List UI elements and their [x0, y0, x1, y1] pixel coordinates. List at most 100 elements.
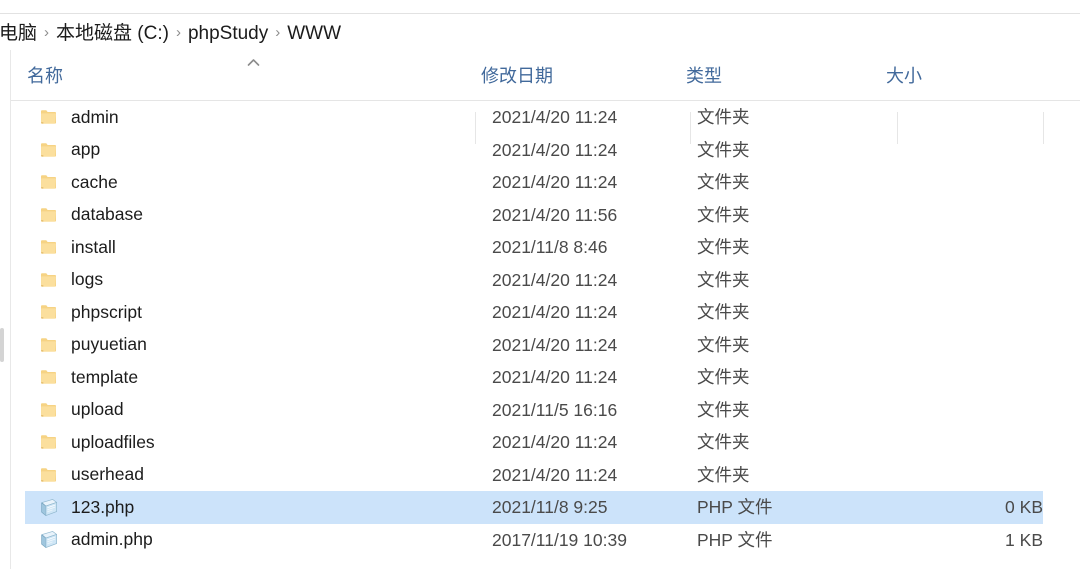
breadcrumb-item-4[interactable]: WWW: [282, 22, 346, 46]
folder-icon: [38, 334, 60, 356]
file-name-cell[interactable]: userhead: [38, 459, 144, 492]
file-list[interactable]: admin 2021/4/20 11:24 文件夹 app 2021/4/20 11:2…: [11, 101, 1080, 569]
file-name-cell[interactable]: admin.php: [38, 524, 153, 557]
file-type-cell: 文件夹: [697, 204, 750, 225]
file-name-cell[interactable]: app: [38, 134, 100, 167]
file-name-label: install: [71, 236, 116, 257]
folder-icon: [38, 399, 60, 421]
file-date-cell: 2021/11/8 9:25: [492, 497, 608, 518]
column-header-label: 名称: [27, 66, 63, 86]
breadcrumb[interactable]: 电脑 › 本地磁盘 (C:) › phpStudy › WWW: [0, 22, 346, 46]
folder-icon: [38, 431, 60, 453]
folder-icon: [38, 106, 60, 128]
file-date-cell: 2021/4/20 11:24: [492, 464, 618, 485]
file-name-label: logs: [71, 269, 104, 290]
file-size-cell: [897, 361, 1043, 394]
file-name-label: admin.php: [71, 529, 153, 550]
file-list-row[interactable]: 123.php 2021/11/8 9:25 PHP 文件 0 KB: [11, 491, 1080, 524]
sort-ascending-icon: [247, 58, 260, 67]
file-size-cell: [897, 459, 1043, 492]
file-name-label: phpscript: [71, 301, 143, 322]
file-list-row[interactable]: template 2021/4/20 11:24 文件夹: [11, 361, 1080, 394]
file-date-cell: 2017/11/19 10:39: [492, 529, 627, 550]
file-name-cell[interactable]: 123.php: [38, 491, 134, 524]
file-name-cell[interactable]: database: [38, 199, 143, 232]
file-type-cell: 文件夹: [697, 172, 750, 193]
file-list-row[interactable]: admin.php 2017/11/19 10:39 PHP 文件 1 KB: [11, 524, 1080, 557]
file-size-cell: [897, 101, 1043, 134]
breadcrumb-item-1[interactable]: 电脑: [0, 22, 42, 46]
column-header-row: 名称 修改日期 类型 大小: [11, 52, 1080, 144]
address-bar[interactable]: 电脑 › 本地磁盘 (C:) › phpStudy › WWW: [0, 18, 1080, 50]
file-size-cell: [897, 426, 1043, 459]
file-date-cell: 2021/4/20 11:24: [492, 172, 618, 193]
file-name-label: app: [71, 139, 101, 160]
column-header-label: 类型: [686, 66, 722, 86]
file-list-row[interactable]: database 2021/4/20 11:56 文件夹: [11, 199, 1080, 232]
file-size-cell: [897, 231, 1043, 264]
column-header-size[interactable]: 大小: [886, 52, 1044, 100]
file-size-cell: [897, 199, 1043, 232]
file-date-cell: 2021/4/20 11:24: [492, 432, 618, 453]
file-list-row[interactable]: app 2021/4/20 11:24 文件夹: [11, 134, 1080, 167]
folder-icon: [38, 171, 60, 193]
file-name-cell[interactable]: phpscript: [38, 296, 142, 329]
file-name-cell[interactable]: logs: [38, 264, 103, 297]
file-name-cell[interactable]: cache: [38, 166, 118, 199]
file-size-cell: [897, 264, 1043, 297]
file-name-cell[interactable]: install: [38, 231, 116, 264]
file-name-label: 123.php: [71, 496, 135, 517]
file-name-cell[interactable]: template: [38, 361, 138, 394]
file-size-cell: [897, 166, 1043, 199]
file-type-cell: 文件夹: [697, 237, 750, 258]
file-date-cell: 2021/4/20 11:24: [492, 269, 618, 290]
file-date-cell: 2021/4/20 11:24: [492, 367, 618, 388]
file-list-row[interactable]: userhead 2021/4/20 11:24 文件夹: [11, 459, 1080, 492]
file-list-row[interactable]: puyuetian 2021/4/20 11:24 文件夹: [11, 329, 1080, 362]
file-list-row[interactable]: install 2021/11/8 8:46 文件夹: [11, 231, 1080, 264]
file-name-label: upload: [71, 399, 124, 420]
folder-icon: [38, 204, 60, 226]
file-type-cell: PHP 文件: [697, 529, 773, 550]
navigation-pane-scrollbar[interactable]: [0, 328, 4, 362]
file-list-row[interactable]: uploadfiles 2021/4/20 11:24 文件夹: [11, 426, 1080, 459]
file-date-cell: 2021/11/5 16:16: [492, 399, 618, 420]
file-type-cell: 文件夹: [697, 464, 750, 485]
file-name-cell[interactable]: upload: [38, 394, 124, 427]
breadcrumb-item-2[interactable]: 本地磁盘 (C:): [51, 22, 174, 46]
file-type-cell: 文件夹: [697, 139, 750, 160]
breadcrumb-item-3[interactable]: phpStudy: [183, 22, 273, 46]
file-type-cell: 文件夹: [697, 367, 750, 388]
column-header-date[interactable]: 修改日期: [481, 52, 686, 100]
column-header-label: 大小: [886, 66, 922, 86]
file-list-row[interactable]: admin 2021/4/20 11:24 文件夹: [11, 101, 1080, 134]
file-name-cell[interactable]: puyuetian: [38, 329, 147, 362]
file-type-cell: 文件夹: [697, 399, 750, 420]
file-date-cell: 2021/4/20 11:24: [492, 302, 618, 323]
folder-icon: [38, 269, 60, 291]
file-type-cell: 文件夹: [697, 107, 750, 128]
file-explorer-window: 电脑 › 本地磁盘 (C:) › phpStudy › WWW 名称 修改日期 类型 大小 adm…: [0, 0, 1080, 569]
folder-icon: [38, 301, 60, 323]
file-type-cell: PHP 文件: [697, 497, 773, 518]
file-list-row[interactable]: upload 2021/11/5 16:16 文件夹: [11, 394, 1080, 427]
file-name-cell[interactable]: uploadfiles: [38, 426, 155, 459]
file-size-cell: [897, 296, 1043, 329]
file-name-cell[interactable]: admin: [38, 101, 119, 134]
file-date-cell: 2021/4/20 11:24: [492, 139, 618, 160]
column-header-type[interactable]: 类型: [686, 52, 886, 100]
file-name-label: userhead: [71, 464, 144, 485]
file-list-row[interactable]: phpscript 2021/4/20 11:24 文件夹: [11, 296, 1080, 329]
folder-icon: [38, 236, 60, 258]
file-size-cell: [897, 394, 1043, 427]
breadcrumb-separator-icon: ›: [44, 24, 50, 41]
file-name-label: database: [71, 204, 144, 225]
file-list-row[interactable]: cache 2021/4/20 11:24 文件夹: [11, 166, 1080, 199]
file-type-cell: 文件夹: [697, 334, 750, 355]
file-name-label: uploadfiles: [71, 431, 155, 452]
file-name-label: template: [71, 366, 139, 387]
file-size-cell: 1 KB: [1005, 529, 1043, 550]
window-top-divider: [0, 13, 1080, 14]
file-size-cell: [897, 134, 1043, 167]
file-list-row[interactable]: logs 2021/4/20 11:24 文件夹: [11, 264, 1080, 297]
